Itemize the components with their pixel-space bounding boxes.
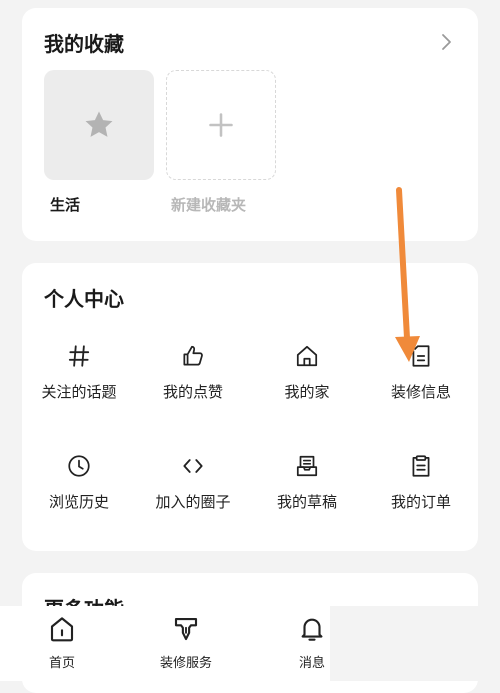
- service-icon: [174, 617, 198, 641]
- grid-item-my-home[interactable]: 我的家: [250, 343, 364, 402]
- clipboard-icon: [412, 455, 430, 477]
- grid-item-followed-topics[interactable]: 关注的话题: [22, 343, 136, 402]
- plus-icon: [209, 113, 233, 137]
- grid-item-joined-circles[interactable]: 加入的圈子: [136, 453, 250, 512]
- thumbs-up-icon: [183, 345, 203, 366]
- home-tab-icon: [50, 617, 74, 642]
- grid-item-label: 装修信息: [390, 383, 451, 401]
- home-icon: [296, 345, 318, 367]
- nav-tab-home[interactable]: 首页: [12, 614, 112, 671]
- favorite-folder-label: 生活: [50, 196, 81, 214]
- grid-item-label: 浏览历史: [48, 493, 109, 511]
- personal-center-card: 个人中心 关注的话题 我的点赞 我的家 装修信息 浏览历史 加入的圈子 我的草稿…: [22, 263, 478, 551]
- personal-center-title: 个人中心: [44, 287, 124, 311]
- grid-item-browse-history[interactable]: 浏览历史: [22, 453, 136, 512]
- document-icon: [412, 345, 430, 367]
- code-icon: [183, 459, 203, 473]
- grid-item-label: 我的草稿: [276, 493, 337, 511]
- grid-item-renovation-info[interactable]: 装修信息: [364, 343, 478, 402]
- grid-item-label: 关注的话题: [41, 383, 117, 401]
- nav-tab-label: 首页: [48, 656, 75, 671]
- bottom-navigation: 首页 装修服务 消息: [0, 606, 330, 681]
- grid-item-my-drafts[interactable]: 我的草稿: [250, 453, 364, 512]
- favorite-folder-life[interactable]: [44, 70, 154, 180]
- grid-item-label: 我的点赞: [162, 383, 223, 401]
- bottom-nav-blank-area: [330, 606, 500, 681]
- grid-item-label: 加入的圈子: [155, 493, 231, 511]
- drafts-icon: [296, 455, 318, 477]
- new-folder-label: 新建收藏夹: [171, 196, 247, 214]
- favorites-title: 我的收藏: [44, 32, 124, 56]
- nav-tab-renovation-service[interactable]: 装修服务: [136, 614, 236, 671]
- clock-icon: [68, 455, 90, 477]
- new-folder-button[interactable]: [166, 70, 276, 180]
- grid-item-my-orders[interactable]: 我的订单: [364, 453, 478, 512]
- grid-item-my-likes[interactable]: 我的点赞: [136, 343, 250, 402]
- hash-icon: [68, 345, 90, 367]
- nav-tab-label: 装修服务: [159, 656, 212, 671]
- grid-item-label: 我的家: [284, 383, 330, 401]
- bell-icon: [301, 618, 323, 641]
- chevron-right-icon[interactable]: [434, 30, 458, 54]
- grid-item-label: 我的订单: [390, 493, 451, 511]
- favorites-card: 我的收藏 生活 新建收藏夹: [22, 8, 478, 241]
- star-icon: [85, 111, 113, 137]
